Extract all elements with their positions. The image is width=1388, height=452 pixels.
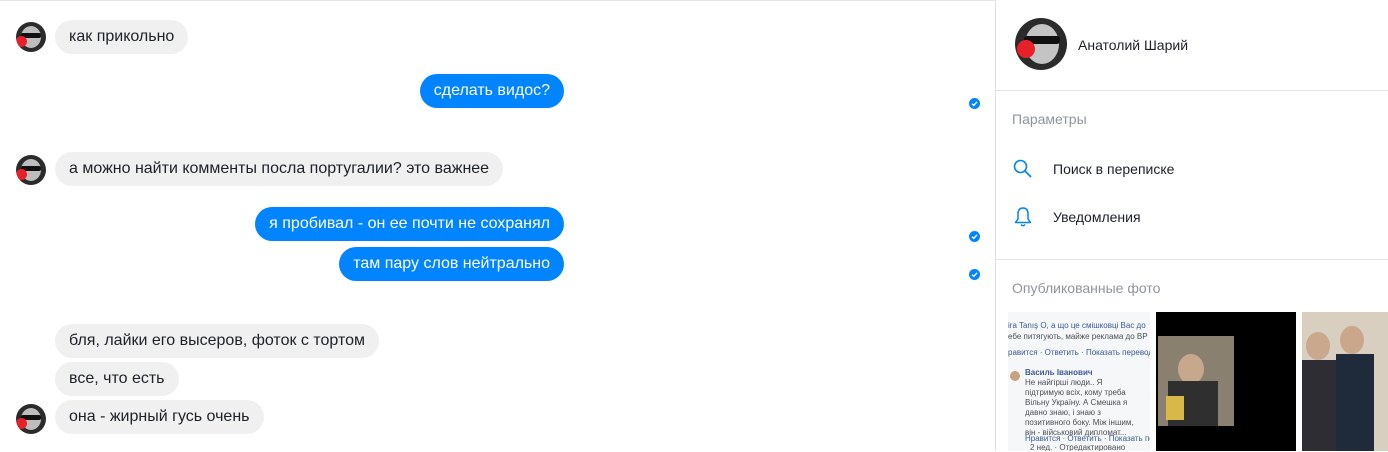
photo-content — [1158, 336, 1234, 426]
shared-photo-screenshot[interactable]: ira Tanış О, а що це смішковці Вас до еб… — [1008, 312, 1150, 451]
settings-section-title: Параметры — [1012, 111, 1087, 127]
message-outgoing[interactable]: я пробивал - он ее почти не сохранял — [255, 207, 564, 241]
option-label: Уведомления — [1053, 209, 1141, 225]
option-label: Поиск в переписке — [1053, 161, 1175, 177]
shared-photo-award[interactable] — [1156, 312, 1296, 451]
snippet-commenter: Василь Іванович — [1025, 368, 1093, 377]
profile-name[interactable]: Анатолий Шарий — [1078, 37, 1188, 53]
snippet-actions: равится · Ответить · Показать перевод — [1008, 348, 1150, 357]
section-divider — [996, 90, 1388, 91]
message-incoming[interactable]: все, что есть — [55, 362, 179, 396]
shared-photos-title: Опубликованные фото — [1012, 280, 1161, 296]
snippet-actions: Нравится · Ответить · Показать пер — [1025, 434, 1150, 443]
contact-avatar[interactable] — [16, 404, 46, 434]
photo-content — [1306, 332, 1330, 360]
contact-avatar[interactable] — [16, 155, 46, 185]
seen-check-icon — [969, 269, 980, 280]
message-incoming[interactable]: а можно найти комменты посла португалии?… — [55, 152, 504, 186]
conversation-panel: как прикольно сделать видос? а можно най… — [0, 0, 995, 452]
snippet-comment: Не найгірші люди.. Я підтримую всіх, ком… — [1025, 378, 1134, 437]
message-incoming[interactable]: как прикольно — [55, 20, 189, 54]
message-outgoing[interactable]: сделать видос? — [419, 74, 564, 108]
conversation-info-sidebar: Анатолий Шарий Параметры Поиск в перепис… — [996, 0, 1388, 451]
snippet-line: ебе питягують, майже реклама до ВР — [1008, 332, 1148, 341]
shared-photo-people[interactable] — [1302, 312, 1388, 451]
contact-avatar[interactable] — [16, 22, 46, 52]
bell-icon — [1012, 206, 1034, 228]
seen-check-icon — [969, 231, 980, 242]
message-incoming[interactable]: она - жирный гусь очень — [55, 400, 264, 434]
search-icon — [1012, 158, 1034, 180]
message-incoming[interactable]: бля, лайки его высеров, фоток с тортом — [55, 324, 379, 358]
section-divider — [996, 259, 1388, 260]
commenter-avatar — [1010, 371, 1020, 381]
snippet-line: ira Tanış О, а що це смішковці Вас до — [1008, 321, 1146, 330]
snippet-meta: 2 нед. · Отредактировано — [1030, 443, 1126, 451]
message-outgoing[interactable]: там пару слов нейтрально — [339, 247, 564, 281]
profile-avatar[interactable] — [1015, 18, 1067, 70]
seen-check-icon — [969, 98, 980, 109]
